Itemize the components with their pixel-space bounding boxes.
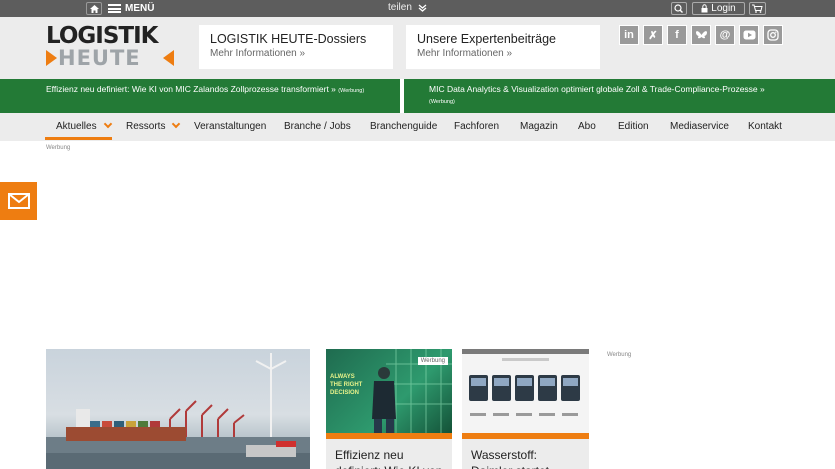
article-image-trucks[interactable] — [462, 349, 589, 433]
dossiers-link[interactable]: Mehr Informationen » — [210, 48, 382, 59]
cart-icon — [752, 4, 763, 13]
xing-icon[interactable]: ✗ — [643, 25, 663, 45]
main-nav: Aktuelles Ressorts Veranstaltungen Branc… — [0, 113, 835, 141]
dossiers-title: LOGISTIK HEUTE-Dossiers — [210, 32, 367, 46]
nav-kontakt[interactable]: Kontakt — [748, 121, 782, 132]
logo-arrow-right — [163, 50, 174, 66]
dossiers-box[interactable]: LOGISTIK HEUTE-Dossiers Mehr Information… — [199, 25, 393, 69]
promo-left-text: Effizienz neu definiert: Wie KI von MIC … — [46, 84, 336, 94]
lock-icon — [701, 4, 708, 13]
expert-title: Unsere Expertenbeiträge — [417, 32, 556, 46]
article-image-harbour[interactable] — [46, 349, 310, 469]
chevron-down-double-icon — [418, 4, 427, 12]
ad-badge: Werbung — [417, 357, 448, 365]
hamburger-icon — [108, 4, 121, 13]
newsletter-button[interactable] — [0, 182, 37, 220]
harbour-illustration — [46, 353, 310, 469]
nav-active-indicator — [45, 137, 112, 140]
search-button[interactable] — [671, 2, 687, 15]
nav-magazin[interactable]: Magazin — [520, 121, 558, 132]
nav-edition[interactable]: Edition — [618, 121, 649, 132]
share-label: teilen — [388, 2, 412, 13]
mail-icon — [7, 193, 30, 209]
menu-button[interactable]: MENÜ — [108, 1, 154, 16]
login-button[interactable]: Login — [692, 2, 745, 15]
nav-branchenguide[interactable]: Branchenguide — [370, 121, 437, 132]
card3-caption[interactable]: Wasserstoff: Daimler startet zweite — [462, 439, 589, 469]
card2-caption[interactable]: Effizienz neu definiert: Wie KI von — [326, 439, 452, 469]
nav-ressorts-label: Ressorts — [126, 121, 166, 132]
header: LOGISTIK HEUTE LOGISTIK HEUTE-Dossiers M… — [0, 17, 835, 79]
logo-line1: LOGISTIK — [46, 23, 158, 49]
nav-veranstaltungen[interactable]: Veranstaltungen — [194, 121, 266, 132]
social-icons: in ✗ f @ — [619, 25, 783, 45]
promo-right-tag: (Werbung) — [429, 99, 455, 105]
home-button[interactable] — [86, 2, 102, 15]
nav-ressorts[interactable]: Ressorts — [126, 119, 181, 132]
login-label: Login — [711, 3, 736, 14]
promo-right[interactable]: MIC Data Analytics & Visualization optim… — [404, 79, 835, 113]
promo-right-text: MIC Data Analytics & Visualization optim… — [429, 84, 765, 94]
nav-mediaservice[interactable]: Mediaservice — [670, 121, 729, 132]
bluesky-icon[interactable] — [691, 25, 711, 45]
chevron-down-icon — [103, 119, 112, 129]
nav-aktuelles[interactable]: Aktuelles — [56, 119, 112, 132]
search-icon — [674, 4, 683, 13]
logo-arrow-left — [46, 50, 57, 66]
home-icon — [89, 4, 99, 13]
menu-label: MENÜ — [125, 3, 155, 14]
promo-left-tag: (Werbung) — [338, 88, 365, 94]
trucks-illustration — [462, 349, 589, 416]
nav-abo[interactable]: Abo — [578, 121, 596, 132]
logo-line2: HEUTE — [58, 46, 141, 70]
ad-label-top: Werbung — [46, 145, 71, 151]
linkedin-icon[interactable]: in — [619, 25, 639, 45]
ad-label-right: Werbung — [607, 352, 632, 358]
chevron-down-icon — [172, 119, 181, 129]
expert-box[interactable]: Unsere Expertenbeiträge Mehr Information… — [406, 25, 600, 69]
facebook-icon[interactable]: f — [667, 25, 687, 45]
expert-link[interactable]: Mehr Informationen » — [417, 48, 589, 59]
cart-button[interactable] — [749, 2, 766, 15]
instagram-icon[interactable] — [763, 25, 783, 45]
nav-branche-jobs[interactable]: Branche / Jobs — [284, 121, 351, 132]
article-image-ai[interactable]: ALWAYS THE RIGHT DECISION Werbung — [326, 349, 452, 433]
nav-fachforen[interactable]: Fachforen — [454, 121, 499, 132]
threads-icon[interactable]: @ — [715, 25, 735, 45]
share-button[interactable]: teilen — [388, 2, 427, 13]
site-logo[interactable]: LOGISTIK HEUTE — [46, 25, 174, 69]
youtube-icon[interactable] — [739, 25, 759, 45]
nav-aktuelles-label: Aktuelles — [56, 121, 97, 132]
ai-image-text: ALWAYS THE RIGHT DECISION — [330, 374, 363, 396]
top-bar: MENÜ teilen Login — [0, 0, 835, 17]
promo-left[interactable]: Effizienz neu definiert: Wie KI von MIC … — [0, 79, 400, 113]
